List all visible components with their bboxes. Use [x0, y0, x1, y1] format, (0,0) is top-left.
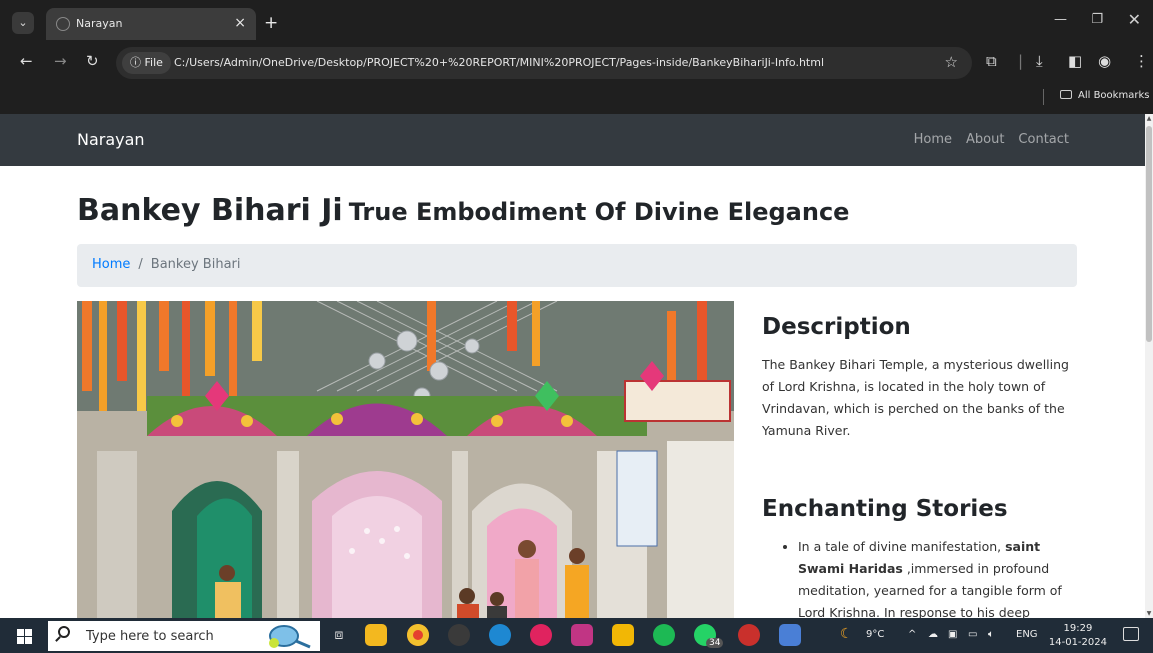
- clock-time: 19:29: [1063, 623, 1093, 634]
- site-navbar: Narayan Home About Contact: [0, 114, 1145, 166]
- folder-icon: [1060, 90, 1072, 99]
- tab-narayan[interactable]: Narayan ×: [46, 8, 256, 40]
- navbar-brand[interactable]: Narayan: [77, 130, 145, 149]
- nav-link-home[interactable]: Home: [914, 132, 952, 147]
- tab-strip: ⌄ Narayan × + — ❐ ✕: [0, 6, 1153, 42]
- file-explorer-icon[interactable]: [612, 624, 634, 646]
- tray-chevron-icon[interactable]: ^: [908, 629, 916, 640]
- site-info-chip[interactable]: ⓘ File: [122, 52, 171, 74]
- page-title: Bankey Bihari Ji True Embodiment Of Divin…: [77, 190, 849, 228]
- windows-start-icon[interactable]: [17, 629, 32, 644]
- window-close-icon[interactable]: ✕: [1128, 10, 1141, 29]
- taskbar-search-box[interactable]: Type here to search: [48, 621, 320, 651]
- scroll-down-icon[interactable]: ▼: [1145, 610, 1153, 617]
- nav-link-contact[interactable]: Contact: [1018, 132, 1069, 147]
- reload-icon[interactable]: ↻: [86, 52, 99, 70]
- restore-icon[interactable]: ❐: [1091, 12, 1103, 27]
- description-text: The Bankey Bihari Temple, a mysterious d…: [762, 357, 1069, 438]
- tennis-racket-icon: [269, 625, 311, 649]
- breadcrumb-home-link[interactable]: Home: [92, 257, 130, 272]
- minimize-icon[interactable]: —: [1054, 12, 1067, 27]
- profile-icon[interactable]: ◉: [1098, 52, 1111, 70]
- page-viewport: Narayan Home About Contact Bankey Bihari…: [0, 114, 1153, 618]
- forward-arrow-icon[interactable]: →: [54, 52, 67, 70]
- chrome-icon[interactable]: [407, 624, 429, 646]
- all-bookmarks-button[interactable]: All Bookmarks: [1060, 90, 1149, 101]
- description-heading: Description: [762, 314, 911, 340]
- clock-date: 14-01-2024: [1048, 637, 1107, 648]
- page-scrollbar[interactable]: ▲ ▼: [1145, 114, 1153, 618]
- sidepanel-icon[interactable]: ◧: [1068, 52, 1082, 70]
- close-icon[interactable]: ×: [234, 15, 246, 31]
- github-icon[interactable]: [448, 624, 470, 646]
- download-icon[interactable]: ⤓: [1036, 52, 1043, 70]
- new-tab-button[interactable]: +: [264, 14, 278, 32]
- scroll-up-icon[interactable]: ▲: [1145, 115, 1153, 122]
- app-icon[interactable]: [779, 624, 801, 646]
- edge-icon[interactable]: [489, 624, 511, 646]
- taskbar-clock[interactable]: 19:29 14-01-2024: [1049, 622, 1107, 650]
- info-column: Description The Bankey Bihari Temple, a …: [762, 314, 1077, 618]
- nav-link-about[interactable]: About: [966, 132, 1004, 147]
- address-bar[interactable]: ⓘ File C:/Users/Admin/OneDrive/Desktop/P…: [116, 47, 972, 79]
- kebab-menu-icon[interactable]: ⋮: [1134, 52, 1149, 70]
- pinterest-icon[interactable]: [530, 624, 552, 646]
- search-placeholder: Type here to search: [86, 629, 214, 644]
- browser-chrome: ⌄ Narayan × + — ❐ ✕ ← → ↻ ⓘ File C:/User…: [0, 0, 1153, 114]
- list-item: In a tale of divine manifestation, saint…: [798, 536, 1077, 618]
- page-title-sub: True Embodiment Of Divine Elegance: [348, 198, 850, 226]
- notification-icon[interactable]: [1123, 627, 1139, 641]
- battery-icon[interactable]: ▭: [968, 629, 977, 640]
- bookmarks-divider: [1043, 89, 1044, 105]
- back-arrow-icon[interactable]: ←: [20, 52, 33, 70]
- whatsapp-badge: 34: [706, 638, 724, 648]
- instagram-icon[interactable]: [571, 624, 593, 646]
- breadcrumb-current: Bankey Bihari: [150, 257, 241, 272]
- url-text[interactable]: C:/Users/Admin/OneDrive/Desktop/PROJECT%…: [174, 56, 824, 69]
- page-title-main: Bankey Bihari Ji: [77, 193, 343, 228]
- onedrive-icon[interactable]: ☁: [928, 629, 938, 640]
- temple-photo-illustration: [77, 301, 734, 618]
- search-icon: [58, 626, 70, 638]
- language-indicator[interactable]: ENG: [1016, 629, 1038, 640]
- temple-photo: [77, 301, 734, 618]
- stories-heading: Enchanting Stories: [762, 496, 1008, 522]
- toolbar-divider: |: [1018, 52, 1024, 70]
- store-icon[interactable]: [365, 624, 387, 646]
- extensions-icon[interactable]: ⧉: [986, 52, 997, 70]
- tab-search-icon[interactable]: ⌄: [12, 12, 34, 34]
- app-icon[interactable]: [738, 624, 760, 646]
- spotify-icon[interactable]: [653, 624, 675, 646]
- network-icon[interactable]: ▣: [948, 629, 957, 640]
- volume-icon[interactable]: 🔈︎: [988, 629, 994, 640]
- all-bookmarks-label: All Bookmarks: [1078, 90, 1150, 101]
- weather-temp[interactable]: 9°C: [866, 629, 884, 640]
- browser-toolbar: ← → ↻ ⓘ File C:/Users/Admin/OneDrive/Des…: [0, 44, 1153, 82]
- globe-icon: [56, 17, 70, 31]
- bookmarks-bar: All Bookmarks: [0, 84, 1153, 110]
- weather-icon[interactable]: ☾: [840, 626, 853, 642]
- nav-links: Home About Contact: [914, 132, 1069, 147]
- task-view-icon[interactable]: ⧈: [328, 624, 350, 646]
- stories-list: In a tale of divine manifestation, saint…: [762, 536, 1077, 618]
- tab-title: Narayan: [76, 17, 123, 30]
- story-prefix: In a tale of divine manifestation,: [798, 539, 1002, 554]
- breadcrumb-separator: /: [138, 257, 143, 272]
- breadcrumb: Home / Bankey Bihari: [77, 244, 1077, 287]
- star-icon[interactable]: ☆: [945, 53, 958, 71]
- scroll-thumb[interactable]: [1146, 126, 1152, 342]
- windows-taskbar: Type here to search ⧈ 34 ☾ 9°C ^ ☁ ▣ ▭ 🔈…: [0, 618, 1153, 653]
